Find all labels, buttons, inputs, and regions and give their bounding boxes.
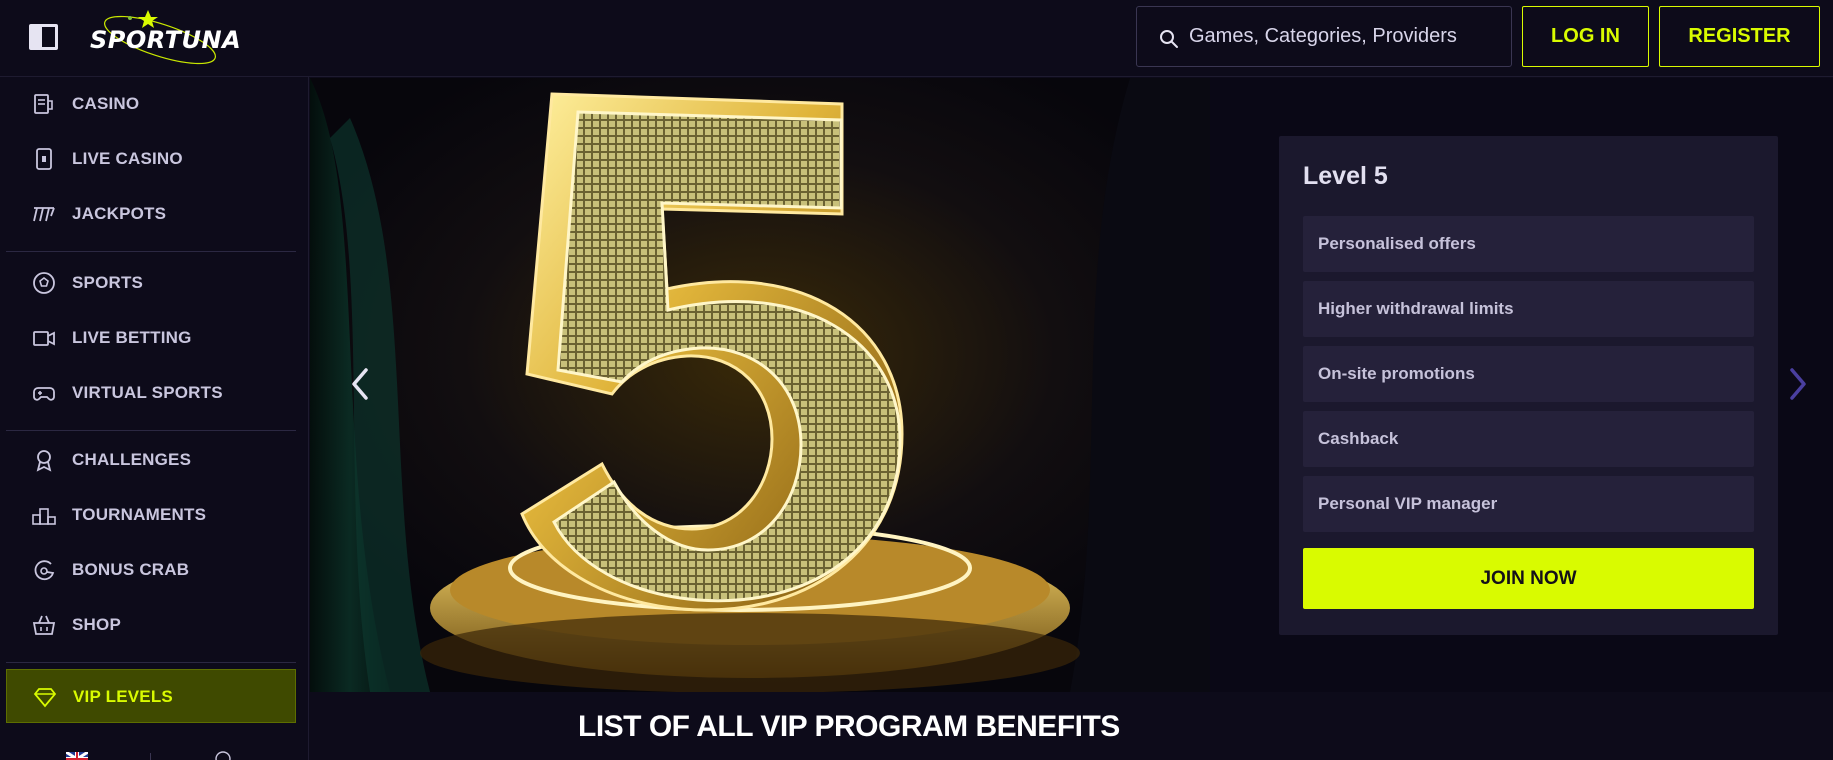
sidebar-item-label: CHALLENGES (72, 450, 192, 469)
sidebar-item-label: JACKPOTS (72, 204, 167, 223)
language-flag-icon[interactable] (66, 752, 88, 760)
sidebar-item-label: SPORTS (72, 273, 144, 292)
sidebar-item-label: LIVE CASINO (72, 149, 183, 168)
sidebar-divider (6, 430, 296, 431)
soccer-ball-icon (33, 272, 55, 294)
benefit-label: Cashback (1318, 429, 1399, 448)
sidebar-item-tournaments[interactable]: TOURNAMENTS (6, 488, 296, 542)
sidebar-item-vip-levels[interactable]: VIP LEVELS (6, 669, 296, 723)
benefit-row: Cashback (1303, 411, 1754, 467)
diamond-icon (33, 688, 57, 708)
sportuna-logo[interactable]: SPORTUNA (90, 8, 241, 68)
benefit-label: Personal VIP manager (1318, 494, 1498, 513)
video-camera-icon (33, 331, 55, 346)
sidebar-toggle-icon[interactable] (29, 24, 58, 50)
benefit-row: Personalised offers (1303, 216, 1754, 272)
sidebar-divider (6, 251, 296, 252)
sidebar-item-label: VIP LEVELS (73, 687, 173, 706)
logo-text: SPORTUNA (90, 26, 242, 54)
benefit-label: Personalised offers (1318, 234, 1476, 253)
benefit-row: On-site promotions (1303, 346, 1754, 402)
bottom-separator (150, 753, 151, 760)
level-5-illustration (310, 78, 1210, 692)
sidebar-item-bonus-crab[interactable]: BONUS CRAB (6, 543, 296, 597)
search-input[interactable] (1189, 7, 1499, 66)
sidebar-item-jackpots[interactable]: JACKPOTS (6, 187, 296, 241)
search-box[interactable] (1136, 6, 1512, 67)
benefit-row: Personal VIP manager (1303, 476, 1754, 532)
register-button[interactable]: REGISTER (1659, 6, 1820, 67)
sidebar-item-virtual-sports[interactable]: VIRTUAL SPORTS (6, 366, 296, 420)
join-now-button[interactable]: JOIN NOW (1303, 548, 1754, 609)
sidebar-item-label: SHOP (72, 615, 121, 634)
level-card: Level 5 Personalised offers Higher withd… (1279, 136, 1778, 635)
search-icon (1160, 30, 1178, 48)
sidebar-item-label: CASINO (72, 94, 140, 113)
sidebar-item-shop[interactable]: SHOP (6, 598, 296, 652)
benefit-label: Higher withdrawal limits (1318, 299, 1514, 318)
help-icon[interactable] (215, 751, 231, 760)
sidebar-item-casino[interactable]: CASINO (6, 77, 296, 131)
sidebar-item-challenges[interactable]: CHALLENGES (6, 433, 296, 487)
sidebar-item-sports[interactable]: SPORTS (6, 256, 296, 310)
podium-icon (32, 508, 56, 525)
casino-icon (34, 94, 53, 114)
top-header: SPORTUNA LOG IN REGISTER (0, 0, 1833, 77)
sidebar: CASINO LIVE CASINO JACKPOTS SPORTS LIVE … (0, 77, 309, 760)
sidebar-item-live-casino[interactable]: LIVE CASINO (6, 132, 296, 186)
sidebar-item-live-betting[interactable]: LIVE BETTING (6, 311, 296, 365)
sidebar-item-label: VIRTUAL SPORTS (72, 383, 223, 402)
carousel-next-icon[interactable] (1786, 366, 1810, 402)
login-button[interactable]: LOG IN (1522, 6, 1649, 67)
bonus-crab-icon (34, 560, 55, 581)
sidebar-item-label: LIVE BETTING (72, 328, 192, 347)
benefit-label: On-site promotions (1318, 364, 1475, 383)
sidebar-item-label: TOURNAMENTS (72, 505, 207, 524)
gamepad-icon (33, 387, 55, 401)
jackpots-icon (33, 207, 55, 222)
benefit-row: Higher withdrawal limits (1303, 281, 1754, 337)
sidebar-divider (6, 662, 296, 663)
level-title: Level 5 (1303, 162, 1388, 190)
basket-icon (32, 615, 56, 635)
live-casino-icon (36, 148, 52, 170)
vip-hero-banner: Level 5 Personalised offers Higher withd… (310, 78, 1833, 692)
medal-icon (36, 450, 52, 472)
sidebar-item-label: BONUS CRAB (72, 560, 190, 579)
carousel-prev-icon[interactable] (348, 366, 372, 402)
section-title: LIST OF ALL VIP PROGRAM BENEFITS (578, 710, 1120, 743)
